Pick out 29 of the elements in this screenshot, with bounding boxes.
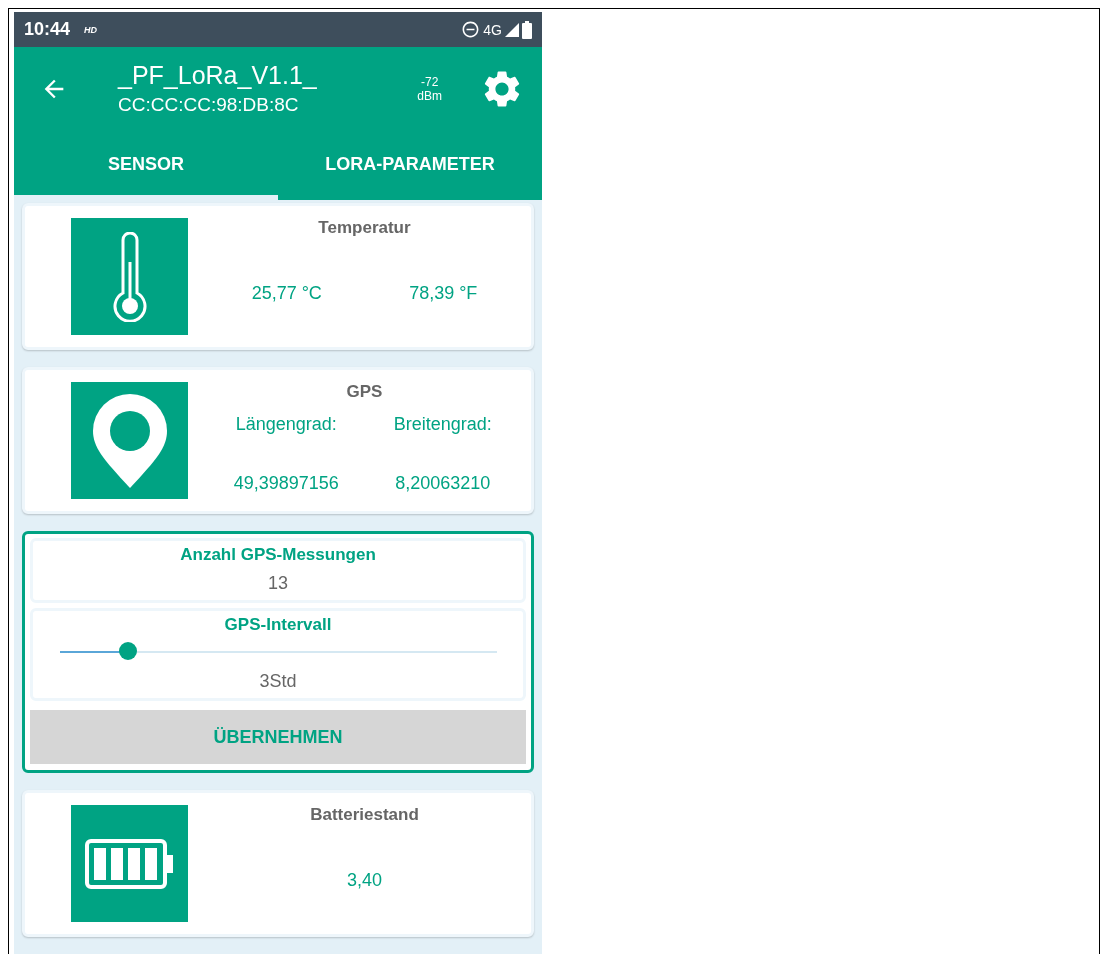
network-type: 4G	[483, 21, 502, 38]
slider-thumb[interactable]	[118, 642, 137, 660]
coordinate-value: 49,39897156	[233, 473, 339, 494]
apply-button[interactable]: ÜBERNEHMEN	[30, 710, 526, 764]
battery-icon	[84, 838, 175, 889]
field-label: Anzahl GPS-Messungen	[180, 545, 376, 565]
reading-value: 3,40	[346, 870, 382, 891]
hd-indicator: HD	[84, 24, 98, 35]
coordinate-label: Längengrad:	[235, 414, 337, 435]
location-pin-icon	[92, 393, 167, 488]
card-title: GPS	[346, 382, 383, 402]
reading-value: 25,77 °C	[251, 283, 322, 304]
do-not-disturb-icon	[461, 20, 481, 39]
signal-icon	[505, 22, 519, 37]
reading-value: 78,39 °F	[409, 283, 478, 304]
card-title: Temperatur	[318, 218, 411, 238]
coordinate-label: Breitengrad:	[393, 414, 492, 435]
coordinate-value: 8,20063210	[395, 473, 491, 494]
signal-strength: -72	[421, 74, 439, 89]
card-title: Batteriestand	[310, 805, 419, 825]
device-address: CC:CC:CC:98:DB:8C	[118, 94, 300, 116]
interval-value: 3Std	[259, 671, 297, 692]
field-label: GPS-Intervall	[224, 615, 332, 635]
signal-unit: dBm	[417, 88, 442, 103]
battery-status-icon	[522, 20, 532, 39]
count-value: 13	[268, 573, 288, 594]
status-time: 10:44	[24, 19, 71, 40]
thermometer-icon	[111, 231, 148, 322]
device-name: _PF_LoRa_V1.1_	[118, 61, 317, 90]
